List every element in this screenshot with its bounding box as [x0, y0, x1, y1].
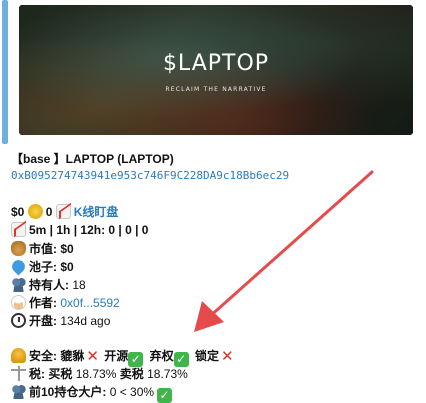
arrow-shaft	[206, 170, 374, 320]
people-icon	[11, 277, 26, 292]
open-source-label: 开源	[104, 349, 129, 363]
top10-label: 前10持仓大户:	[29, 385, 107, 399]
tax-label: 税:	[29, 367, 45, 381]
tax-row: 税: 买税 18.73% 卖税 18.73%	[11, 365, 188, 382]
sell-tax-label: 卖税	[119, 367, 144, 381]
cook-icon	[11, 295, 26, 310]
pool-value: $0	[60, 260, 74, 274]
opened-row: 开盘: 134d ago	[11, 312, 110, 329]
banner-subtitle: RECLAIM THE NARRATIVE	[165, 86, 267, 93]
sell-tax-value: 18.73%	[147, 367, 188, 381]
timeframe-row: 5m | 1h | 12h: 0 | 0 | 0	[11, 222, 148, 237]
chart-icon	[55, 204, 71, 219]
buy-tax-label: 买税	[48, 367, 73, 381]
money-bag-icon	[11, 241, 26, 256]
droplet-icon	[9, 257, 28, 276]
token-banner-image[interactable]: $LAPTOP RECLAIM THE NARRATIVE	[19, 5, 413, 135]
pool-row: 池子: $0	[9, 257, 74, 276]
people-icon	[11, 384, 26, 399]
author-row: 作者: 0x0f...5592	[11, 294, 120, 311]
chart-icon	[11, 222, 26, 237]
buy-tax-value: 18.73%	[75, 367, 117, 381]
scale-icon	[11, 366, 26, 381]
market-cap-value: $0	[60, 242, 74, 256]
holders-label: 持有人:	[29, 278, 69, 292]
security-row: 安全: 貔貅 ✕ 开源 ✓ 弃权 ✓ 锁定 ✕	[11, 347, 236, 367]
cross-icon: ✕	[221, 348, 234, 365]
token-header: 【base 】LAPTOP (LAPTOP)	[11, 152, 174, 166]
holders-value: 18	[72, 278, 86, 292]
top10-row: 前10持仓大户: 0 < 30% ✓	[11, 383, 175, 403]
clock-icon	[11, 313, 26, 328]
top10-value: 0 < 30%	[109, 385, 155, 399]
coin-value: 0	[45, 205, 53, 219]
message-accent-bar	[2, 0, 8, 144]
bell-icon	[11, 348, 26, 363]
coin-icon	[27, 204, 43, 219]
holders-row: 持有人: 18	[11, 276, 86, 293]
author-address-link[interactable]: 0x0f...5592	[60, 296, 119, 310]
market-cap-row: 市值: $0	[11, 240, 74, 257]
honeypot-label: 貔貅	[60, 349, 85, 363]
pool-label: 池子:	[29, 260, 57, 274]
contract-address[interactable]: 0xB095274743941e953c746F9C228DA9c18Bb6ec…	[11, 169, 289, 182]
banner-title: $LAPTOP	[162, 51, 270, 76]
opened-label: 开盘:	[29, 314, 57, 328]
renounced-label: 弃权	[149, 349, 174, 363]
market-cap-label: 市值:	[29, 242, 57, 256]
cross-icon: ✕	[86, 348, 99, 365]
security-label: 安全:	[29, 349, 57, 363]
timeframe-values: 5m | 1h | 12h: 0 | 0 | 0	[29, 223, 149, 237]
locked-label: 锁定	[195, 349, 220, 363]
kline-link[interactable]: K线盯盘	[74, 205, 119, 219]
arrow-head	[194, 301, 224, 332]
author-label: 作者:	[29, 296, 57, 310]
price-value: $0	[11, 205, 25, 219]
price-row: $0 0 K线盯盘	[11, 203, 118, 220]
opened-value: 134d ago	[60, 314, 111, 328]
